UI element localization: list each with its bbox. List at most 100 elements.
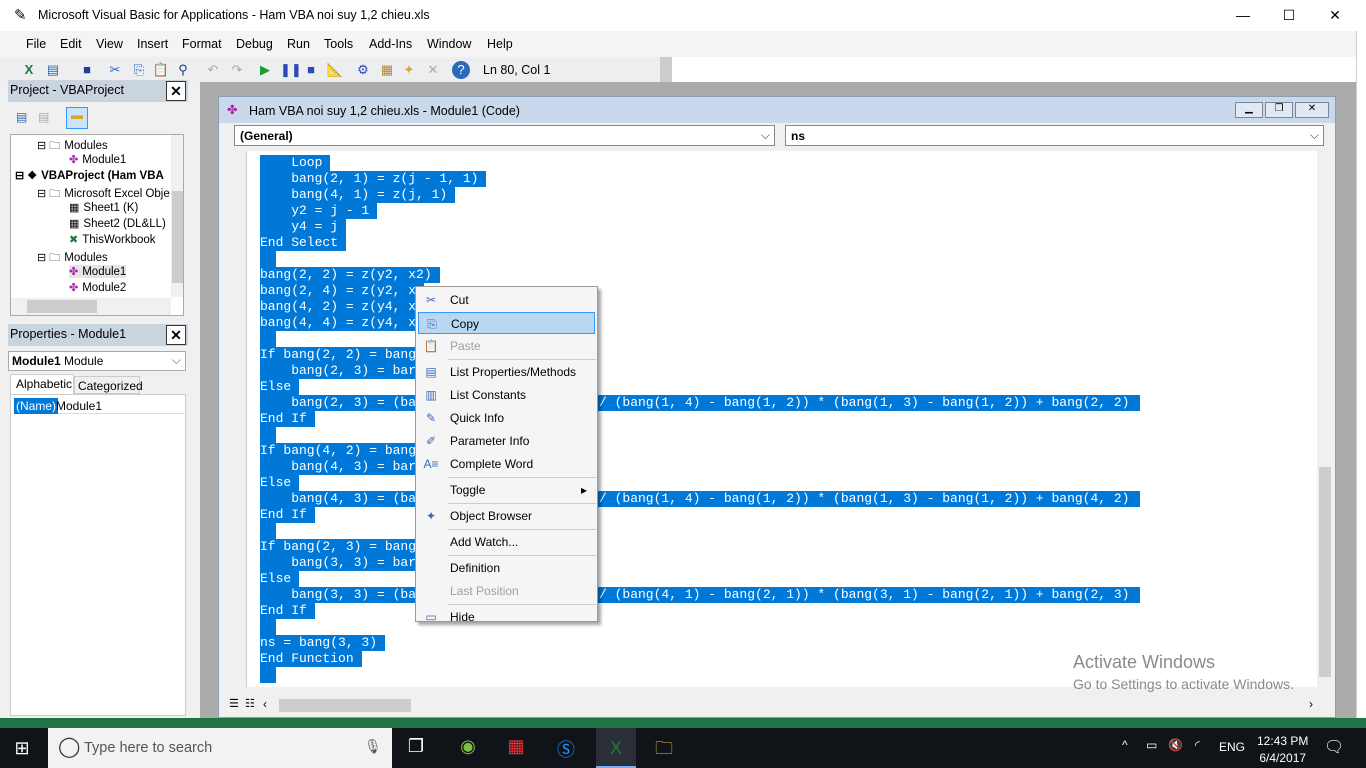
close-button[interactable]: ✕ <box>1312 0 1358 31</box>
menu-debug[interactable]: Debug <box>236 37 273 51</box>
app-icon-green[interactable]: ◉ <box>454 736 482 760</box>
menu-window[interactable]: Window <box>427 37 471 51</box>
reset-icon[interactable]: ■ <box>302 61 320 79</box>
help-icon[interactable]: ? <box>452 61 470 79</box>
microphone-icon[interactable]: 🎙 <box>364 738 382 755</box>
project-explorer-icon[interactable]: ⚙ <box>354 61 372 79</box>
code-line[interactable]: Else <box>260 475 300 491</box>
code-line[interactable] <box>260 251 276 267</box>
code-line[interactable]: y2 = j - 1 <box>260 203 378 219</box>
taskbar-search-box[interactable]: ◯ Type here to search 🎙 <box>48 728 392 768</box>
context-menu-item-toggle[interactable]: Toggle ▸ <box>418 479 595 501</box>
view-object-icon[interactable]: ▤ <box>38 110 49 124</box>
properties-window-icon[interactable]: ▦ <box>378 61 396 79</box>
code-vertical-scroll-thumb[interactable] <box>1319 467 1331 677</box>
app-icon-red[interactable]: ▦ <box>502 736 530 760</box>
show-hidden-icons[interactable]: ^ <box>1122 738 1128 752</box>
tab-categorized[interactable]: Categorized <box>74 376 143 394</box>
menu-tools[interactable]: Tools <box>324 37 353 51</box>
procedure-view-icon[interactable]: ☰ <box>229 697 239 710</box>
code-line[interactable]: If bang(2, 3) = bang <box>260 539 425 555</box>
context-menu-item-add-watch[interactable]: Add Watch... <box>418 531 595 553</box>
properties-object-select[interactable]: Module1 Module ⌵ <box>8 351 186 371</box>
menu-insert[interactable]: Insert <box>137 37 168 51</box>
code-line[interactable] <box>260 619 276 635</box>
code-editor[interactable]: Loop bang(2, 1) = z(j - 1, 1) bang(4, 1)… <box>227 151 1317 687</box>
design-mode-icon[interactable]: 📐 <box>326 61 344 79</box>
tree-item-module1[interactable]: ✤ Module1 <box>69 153 126 166</box>
code-line[interactable] <box>260 667 276 683</box>
clock[interactable]: 12:43 PM 6/4/2017 <box>1257 733 1308 767</box>
paste-icon[interactable]: 📋 <box>152 61 170 79</box>
full-module-view-icon[interactable]: ☷ <box>245 697 255 710</box>
context-menu-item-complete-word[interactable]: A≡ Complete Word <box>418 453 595 475</box>
run-icon[interactable]: ▶ <box>256 61 274 79</box>
code-line[interactable]: Else <box>260 571 300 587</box>
context-menu-item-parameter-info[interactable]: ✐ Parameter Info <box>418 430 595 452</box>
code-line[interactable]: ns = bang(3, 3) <box>260 635 386 651</box>
copy-icon[interactable]: ⎘ <box>130 61 148 79</box>
tree-item-module2[interactable]: ✤ Module2 <box>69 281 126 294</box>
context-menu-item-copy[interactable]: ⎘ Copy <box>418 312 595 334</box>
tab-alphabetic[interactable]: Alphabetic <box>10 374 74 394</box>
context-menu-item-hide[interactable]: ▭ Hide <box>418 606 595 628</box>
code-line[interactable]: End If <box>260 603 315 619</box>
file-explorer-icon[interactable]: 🗀 <box>650 736 678 760</box>
code-line[interactable] <box>260 331 276 347</box>
battery-icon[interactable]: ▭ <box>1146 738 1157 752</box>
context-menu-item-list-constants[interactable]: ▥ List Constants <box>418 384 595 406</box>
cut-icon[interactable]: ✂ <box>106 61 124 79</box>
code-line[interactable] <box>260 523 276 539</box>
find-icon[interactable]: ⚲ <box>174 61 192 79</box>
tree-item-thisworkbook[interactable]: ✖ ThisWorkbook <box>69 233 156 246</box>
code-line[interactable]: End If <box>260 507 315 523</box>
minimize-button[interactable]: — <box>1220 0 1266 31</box>
toggle-folders-icon[interactable]: ▬ <box>66 107 88 129</box>
undo-icon[interactable]: ↶ <box>204 61 222 79</box>
windows-start-icon[interactable]: ⊞ <box>8 738 36 762</box>
menu-edit[interactable]: Edit <box>60 37 82 51</box>
menu-run[interactable]: Run <box>287 37 310 51</box>
wifi-icon[interactable]: ◜ <box>1195 738 1200 752</box>
tree-item-sheet1[interactable]: ▦ Sheet1 (K) <box>69 201 138 214</box>
insert-module-icon[interactable]: ▤ <box>44 61 62 79</box>
property-row[interactable]: (Name) Module1 <box>14 398 184 414</box>
code-restore-button[interactable]: ❐ <box>1265 102 1293 118</box>
break-icon[interactable]: ❚❚ <box>280 61 302 79</box>
margin-indicator-bar[interactable] <box>227 151 247 687</box>
code-line[interactable]: If bang(2, 2) = bang <box>260 347 425 363</box>
close-project-explorer-button[interactable]: ✕ <box>166 81 186 101</box>
tree-horizontal-scrollbar[interactable] <box>11 298 171 315</box>
code-line[interactable]: If bang(4, 2) = bang <box>260 443 425 459</box>
code-line[interactable]: Loop <box>260 155 331 171</box>
code-line[interactable]: bang(2, 2) = z(y2, x2) <box>260 267 440 283</box>
code-line[interactable]: bang(3, 3) = bar <box>260 555 425 571</box>
maximize-button[interactable]: ☐ <box>1266 0 1312 31</box>
code-line[interactable]: End Select <box>260 235 347 251</box>
tree-vertical-scrollbar[interactable] <box>171 135 183 297</box>
menu-file[interactable]: File <box>26 37 46 51</box>
context-menu-item-quick-info[interactable]: ✎ Quick Info <box>418 407 595 429</box>
code-line[interactable]: y4 = j <box>260 219 347 235</box>
procedure-combo[interactable]: ns ⌵ <box>785 125 1324 146</box>
scroll-left-icon[interactable]: ‹ <box>263 697 267 711</box>
tree-item-module1-selected[interactable]: ✤ Module1 <box>69 265 127 278</box>
code-line[interactable]: Else <box>260 379 300 395</box>
code-line[interactable]: bang(2, 3) = bar <box>260 363 425 379</box>
object-combo[interactable]: (General) ⌵ <box>234 125 775 146</box>
redo-icon[interactable]: ↷ <box>228 61 246 79</box>
code-close-button[interactable]: ✕ <box>1295 102 1329 118</box>
code-line[interactable]: bang(2, 4) = z(y2, x <box>260 283 425 299</box>
task-view-icon[interactable]: ❐ <box>402 736 430 760</box>
code-line[interactable]: bang(2, 1) = z(j - 1, 1) <box>260 171 487 187</box>
save-icon[interactable]: ■ <box>78 61 96 79</box>
volume-muted-icon[interactable]: 🔇 <box>1168 738 1183 752</box>
toolbar-options-icon[interactable] <box>660 57 672 83</box>
context-menu-item-list-properties-methods[interactable]: ▤ List Properties/Methods <box>418 361 595 383</box>
code-line[interactable]: bang(4, 2) = z(y4, x <box>260 299 425 315</box>
code-minimize-button[interactable]: ▁ <box>1235 102 1263 118</box>
close-properties-button[interactable]: ✕ <box>166 325 186 345</box>
tree-item-vbaproject[interactable]: ⊟ ❖ VBAProject (Ham VBA <box>15 169 164 182</box>
code-line[interactable]: bang(4, 3) = bar <box>260 459 425 475</box>
skype-icon[interactable]: Ⓢ <box>552 736 580 760</box>
